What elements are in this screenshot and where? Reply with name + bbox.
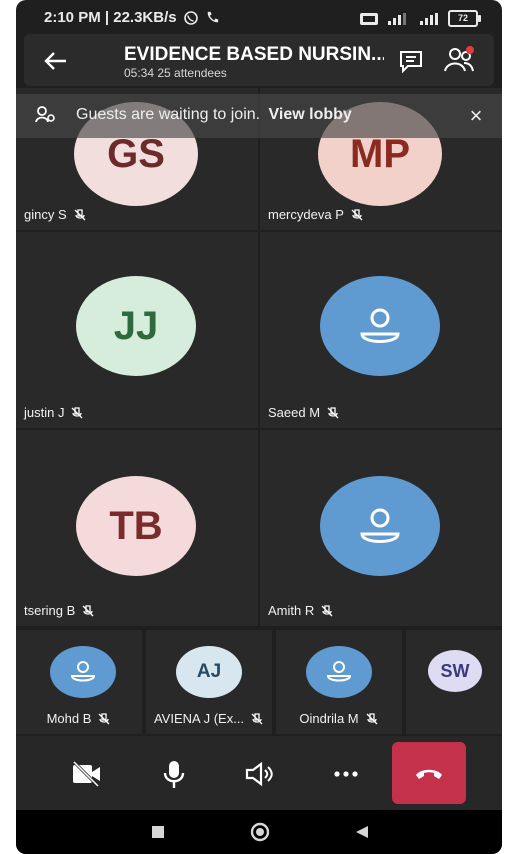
mic-muted-icon xyxy=(351,208,363,220)
home-icon[interactable] xyxy=(248,820,272,844)
attendee-count: 25 attendees xyxy=(157,66,227,80)
participant-tile-5[interactable]: TB tsering B xyxy=(16,430,258,626)
participants-button[interactable] xyxy=(442,44,476,76)
more-icon[interactable] xyxy=(326,754,366,794)
camera-off-icon[interactable] xyxy=(66,754,106,794)
android-navigation-bar xyxy=(16,810,502,854)
hang-up-button[interactable] xyxy=(392,742,466,804)
battery-indicator: 72 xyxy=(448,10,481,27)
participant-initials: GS xyxy=(107,131,165,176)
whatsapp-icon xyxy=(183,10,198,25)
participant-name: Amith R xyxy=(268,603,315,618)
participant-initials: JJ xyxy=(113,303,159,348)
mic-muted-icon xyxy=(366,712,378,724)
recent-apps-icon[interactable] xyxy=(146,820,170,844)
participant-name-row: Amith R xyxy=(268,603,334,618)
status-bar: 2:10 PM | 22.3KB/s 72 xyxy=(16,0,502,34)
participant-name: Saeed M xyxy=(268,405,321,420)
default-person-icon xyxy=(360,508,400,543)
battery-level: 72 xyxy=(457,13,468,23)
lobby-message: Guests are waiting to join. xyxy=(76,106,261,123)
mic-muted-icon xyxy=(98,712,110,724)
guest-waiting-icon xyxy=(35,106,55,123)
participant-avatar xyxy=(50,646,116,698)
participant-name: mercydeva P xyxy=(268,207,344,222)
participant-tile-6[interactable]: Amith R xyxy=(260,430,502,626)
volte-icon xyxy=(360,12,378,25)
participant-avatar: SW xyxy=(428,650,482,692)
mic-muted-icon xyxy=(72,406,83,418)
mic-muted-icon xyxy=(74,208,86,220)
participant-avatar xyxy=(306,646,372,698)
participant-name: justin J xyxy=(24,405,65,420)
default-person-icon xyxy=(326,661,352,682)
mic-muted-icon xyxy=(321,604,333,616)
back-arrow-icon[interactable] xyxy=(40,46,70,76)
meeting-duration: 05:34 xyxy=(124,66,155,80)
call-controls xyxy=(16,736,502,810)
speaker-icon[interactable] xyxy=(240,754,280,794)
participant-name-row: tsering B xyxy=(24,603,95,618)
mic-muted-icon xyxy=(251,712,263,724)
signal-icon-1 xyxy=(388,12,406,25)
default-person-icon xyxy=(360,308,400,343)
participant-name: tsering B xyxy=(24,603,76,618)
chat-icon[interactable] xyxy=(396,46,426,76)
participant-initials: AJ xyxy=(196,661,222,682)
participant-initials: MP xyxy=(350,131,410,176)
back-icon[interactable] xyxy=(350,820,374,844)
signal-icon-2 xyxy=(420,12,438,25)
meeting-meta: 05:34 25 attendees xyxy=(124,66,227,80)
participant-name-row: Saeed M xyxy=(268,405,340,420)
meeting-title: EVIDENCE BASED NURSIN... xyxy=(124,44,384,65)
mic-muted-icon xyxy=(327,406,339,418)
status-left: 2:10 PM | 22.3KB/s xyxy=(44,9,220,26)
lobby-banner: Guests are waiting to join. View lobby × xyxy=(16,94,502,138)
phone-icon xyxy=(207,11,218,23)
participant-name-row: Oindrila M xyxy=(276,711,402,726)
participant-avatar xyxy=(320,276,440,376)
participant-name-row: gincy S xyxy=(24,207,87,222)
mini-participant-tile-4[interactable]: SW xyxy=(406,630,502,734)
hang-up-icon xyxy=(416,769,442,779)
participant-name-row: AVIENA J (Ex... xyxy=(146,711,272,726)
microphone-icon[interactable] xyxy=(154,754,194,794)
status-right: 72 xyxy=(360,10,481,27)
participant-initials: TB xyxy=(109,503,163,548)
lobby-message-row: Guests are waiting to join. View lobby xyxy=(76,106,352,124)
notification-dot xyxy=(466,46,474,54)
call-header: EVIDENCE BASED NURSIN... 05:34 25 attend… xyxy=(24,34,494,86)
participant-name: gincy S xyxy=(24,207,67,222)
teams-call-screen: 2:10 PM | 22.3KB/s 72 EVIDENCE BASED NUR… xyxy=(16,0,502,854)
participant-name-row: justin J xyxy=(24,405,84,420)
participant-avatar: TB xyxy=(76,476,196,576)
participant-name-row: Mohd B xyxy=(16,711,142,726)
participant-initials: SW xyxy=(440,660,470,681)
participant-name: Mohd B xyxy=(46,711,92,726)
status-time-speed: 2:10 PM | 22.3KB/s xyxy=(44,9,177,26)
view-lobby-link[interactable]: View lobby xyxy=(269,106,352,123)
mini-participant-tile-3[interactable]: Oindrila M xyxy=(276,630,402,734)
participant-name: AVIENA J (Ex... xyxy=(153,711,245,726)
close-banner-button[interactable]: × xyxy=(464,104,488,128)
participant-name: Oindrila M xyxy=(299,711,359,726)
default-person-icon xyxy=(70,661,96,682)
participant-avatar: AJ xyxy=(176,646,242,698)
mic-muted-icon xyxy=(82,604,94,616)
participant-avatar xyxy=(320,476,440,576)
participant-name-row: mercydeva P xyxy=(268,207,364,222)
participant-avatar: JJ xyxy=(76,276,196,376)
participant-tile-4[interactable]: Saeed M xyxy=(260,232,502,428)
participant-tile-3[interactable]: JJ justin J xyxy=(16,232,258,428)
mini-participant-tile-2[interactable]: AJ AVIENA J (Ex... xyxy=(146,630,272,734)
mini-participant-tile-1[interactable]: Mohd B xyxy=(16,630,142,734)
